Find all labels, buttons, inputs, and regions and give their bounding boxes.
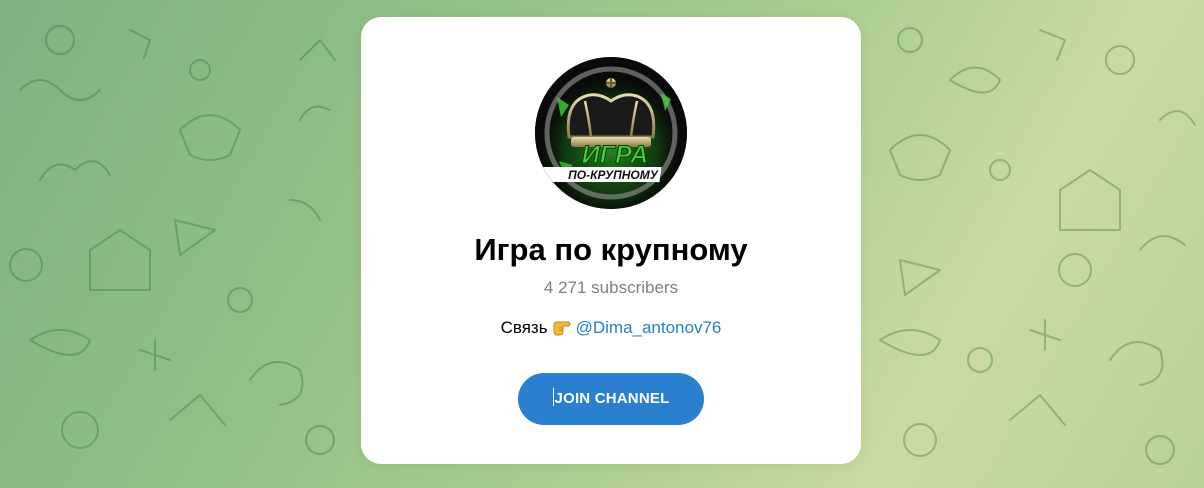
channel-description: Связь @Dima_antonov76 [361, 317, 861, 339]
contact-link[interactable]: @Dima_antonov76 [576, 318, 722, 337]
description-text: Связь [500, 318, 548, 337]
join-channel-button[interactable]: JOIN CHANNEL [518, 373, 704, 425]
crown-logo-image: ИГРА ПО-КРУПНОМУ [535, 57, 687, 209]
channel-avatar: ИГРА ПО-КРУПНОМУ [535, 57, 687, 209]
channel-card: ИГРА ПО-КРУПНОМУ Игра по крупному 4 271 … [361, 17, 861, 464]
subscriber-count: 4 271 subscribers [543, 278, 679, 297]
avatar-text-bottom: ПО-КРУПНОМУ [568, 168, 659, 182]
avatar-text-top: ИГРА [582, 141, 648, 169]
join-button-label: JOIN CHANNEL [554, 390, 670, 407]
text-cursor [552, 388, 554, 406]
pointing-right-emoji-icon [553, 321, 571, 336]
channel-title: Игра по крупному [474, 232, 748, 267]
